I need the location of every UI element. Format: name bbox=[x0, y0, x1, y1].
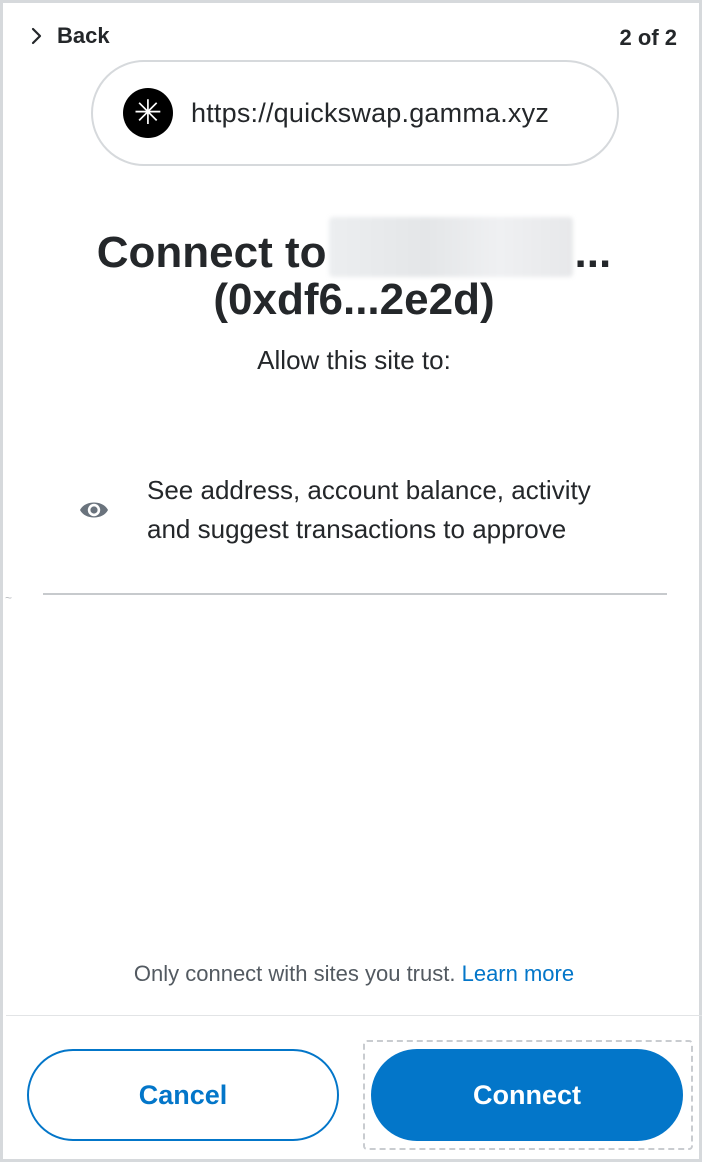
title-ellipsis: ... bbox=[574, 228, 612, 277]
eye-icon bbox=[80, 502, 108, 518]
permission-text-line2: and suggest transactions to approve bbox=[147, 514, 567, 544]
site-url: https://quickswap.gamma.xyz bbox=[191, 97, 550, 128]
permission-text: See address, account balance, activity a… bbox=[147, 471, 591, 549]
connect-dialog: Back 2 of 2 ✳ https://quickswap.gamma.xy… bbox=[0, 0, 702, 1162]
title-prefix: Connect to bbox=[96, 228, 327, 277]
permission-item: See address, account balance, activity a… bbox=[77, 471, 677, 549]
back-label: Back bbox=[57, 23, 110, 48]
back-button[interactable]: Back bbox=[31, 23, 110, 49]
chevron-right-icon bbox=[31, 27, 42, 45]
learn-more-link[interactable]: Learn more bbox=[462, 961, 575, 986]
redacted-account-name bbox=[328, 217, 573, 277]
site-favicon-icon: ✳ bbox=[123, 88, 173, 138]
account-address: (0xdf6...2e2d) bbox=[213, 275, 495, 324]
page-title: Connect to ... bbox=[3, 207, 702, 278]
edge-mark: ~ bbox=[5, 591, 13, 605]
site-origin-pill: ✳ https://quickswap.gamma.xyz bbox=[91, 60, 619, 166]
permission-text-line1: See address, account balance, activity bbox=[147, 475, 591, 505]
cancel-button[interactable]: Cancel bbox=[27, 1049, 339, 1141]
allow-heading: Allow this site to: bbox=[257, 345, 451, 375]
trust-notice: Only connect with sites you trust. Learn… bbox=[3, 961, 702, 987]
page-counter: 2 of 2 bbox=[619, 25, 677, 50]
divider bbox=[43, 593, 667, 595]
footer-divider bbox=[6, 1015, 702, 1016]
trust-notice-text: Only connect with sites you trust. bbox=[133, 961, 456, 986]
connect-button[interactable]: Connect bbox=[371, 1049, 683, 1141]
